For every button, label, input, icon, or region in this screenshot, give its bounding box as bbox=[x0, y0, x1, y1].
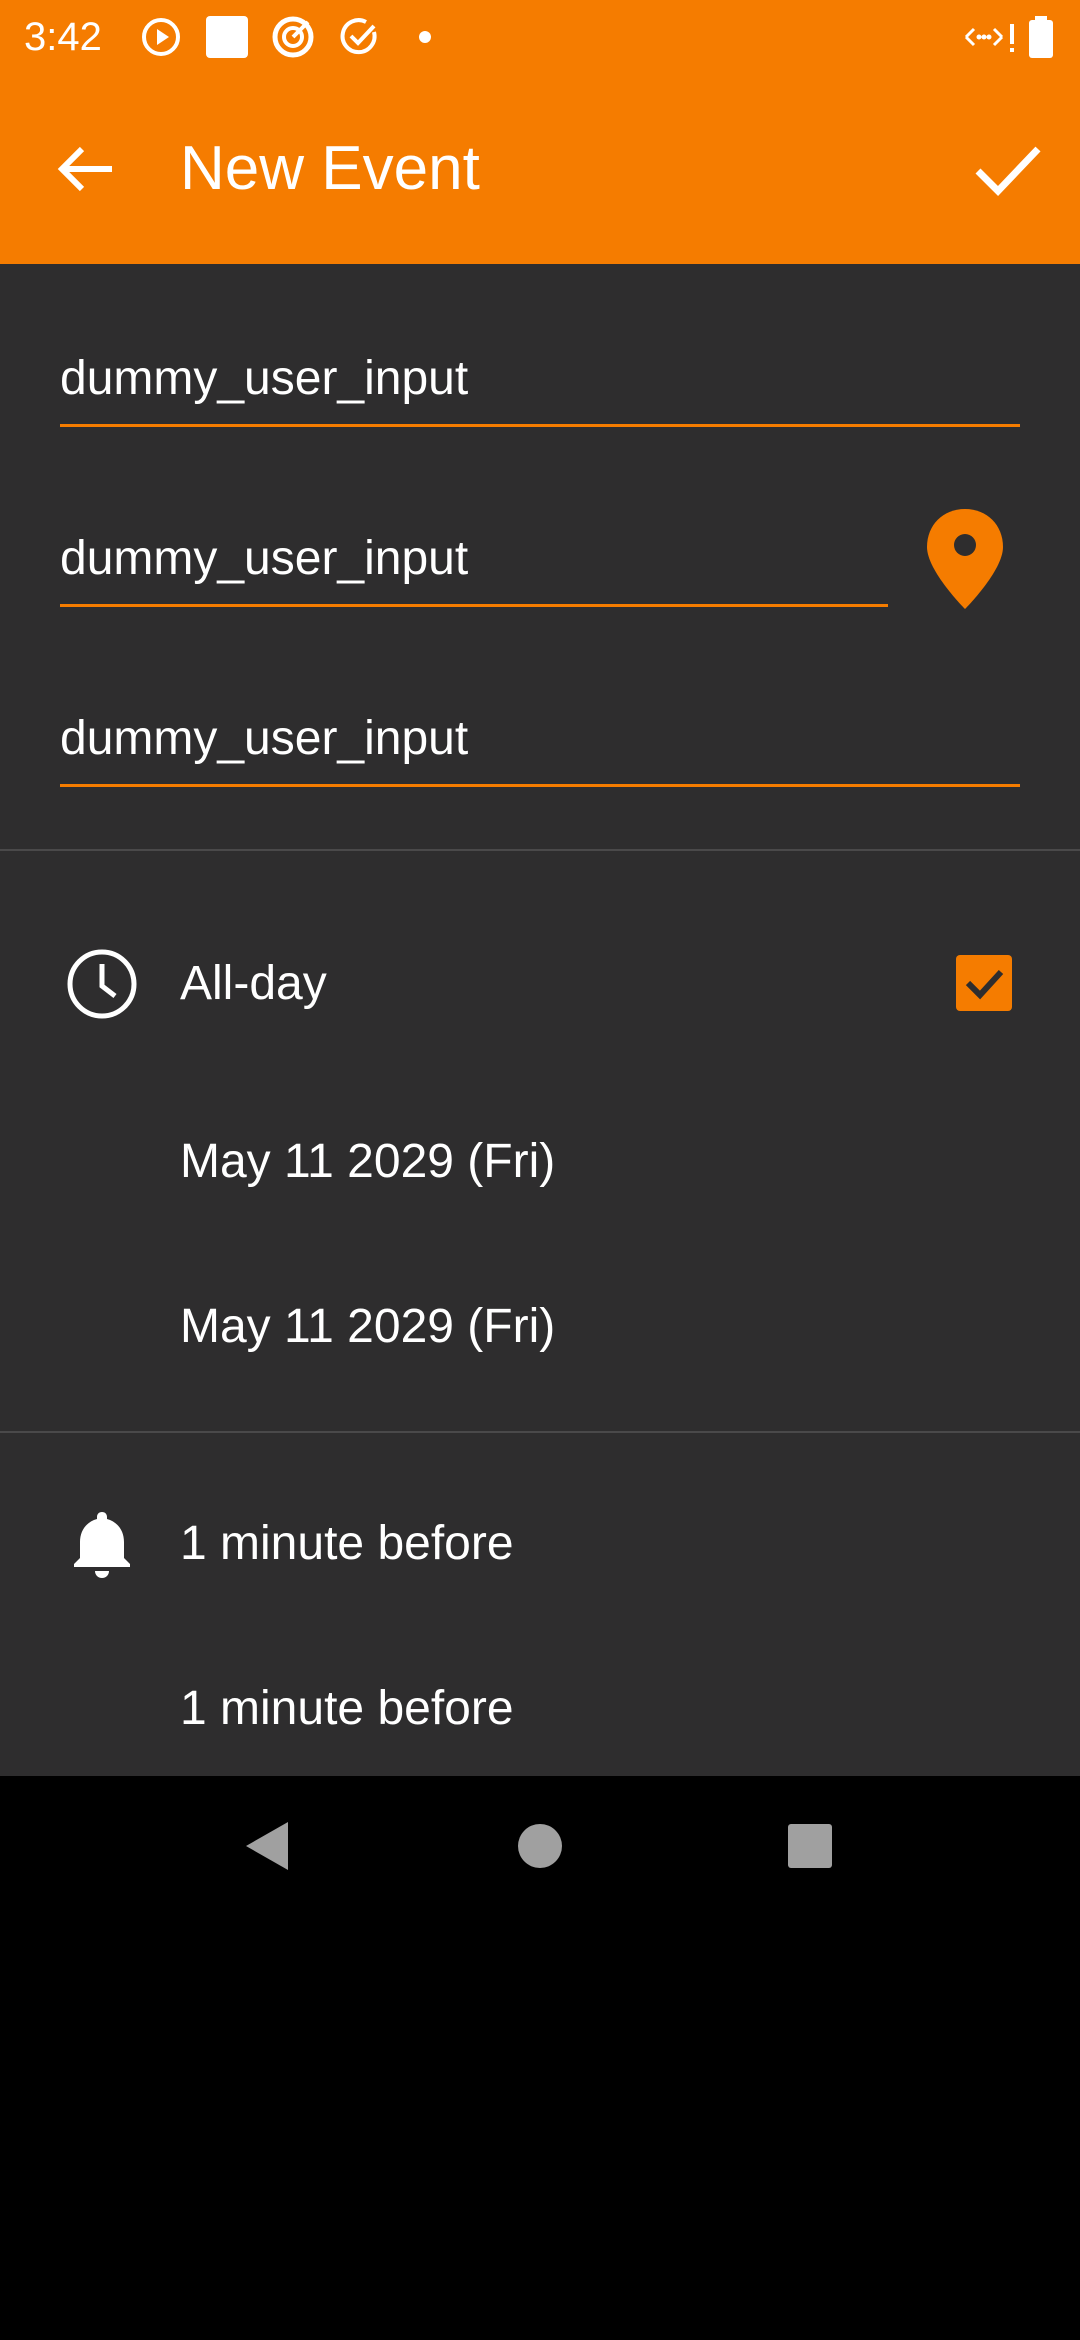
clock-icon bbox=[67, 949, 137, 1019]
all-day-checkbox[interactable] bbox=[956, 955, 1012, 1011]
nav-back-button[interactable] bbox=[238, 1816, 298, 1876]
app-bar: New Event bbox=[0, 74, 1080, 264]
nav-recents-button[interactable] bbox=[780, 1816, 840, 1876]
back-button[interactable] bbox=[40, 124, 130, 214]
play-circle-icon bbox=[142, 18, 180, 56]
event-form: dummy_user_input dummy_user_input dummy_… bbox=[0, 264, 1080, 1776]
start-date[interactable]: May 11 2029 (Fri) bbox=[180, 1132, 555, 1192]
bell-icon bbox=[74, 1512, 130, 1578]
reminder-2[interactable]: 1 minute before bbox=[180, 1679, 514, 1739]
check-circle-icon bbox=[340, 18, 377, 55]
check-icon bbox=[975, 146, 1041, 197]
event-description-input[interactable]: dummy_user_input bbox=[60, 697, 1020, 787]
page-title: New Event bbox=[180, 134, 480, 203]
network-icon bbox=[964, 24, 1014, 52]
end-date[interactable]: May 11 2029 (Fri) bbox=[180, 1297, 555, 1357]
divider bbox=[0, 849, 1080, 851]
save-button[interactable] bbox=[962, 124, 1052, 214]
map-pin-icon[interactable] bbox=[925, 507, 1005, 611]
status-bar: 3:42 bbox=[0, 0, 1080, 74]
dot-icon bbox=[419, 31, 431, 43]
checkmark-icon bbox=[965, 969, 1004, 1000]
screen: 3:42 New Event dummy_user_input dummy_us… bbox=[0, 0, 1080, 2340]
reminder-1[interactable]: 1 minute before bbox=[180, 1514, 514, 1574]
navigation-bar bbox=[0, 1776, 1080, 1916]
arrow-left-icon bbox=[57, 146, 112, 192]
battery-icon bbox=[1029, 16, 1053, 58]
divider bbox=[0, 1431, 1080, 1433]
event-location-input[interactable]: dummy_user_input bbox=[60, 517, 888, 607]
status-time: 3:42 bbox=[24, 15, 102, 59]
event-title-input[interactable]: dummy_user_input bbox=[60, 337, 1020, 427]
all-day-label[interactable]: All-day bbox=[180, 954, 327, 1014]
square-icon bbox=[206, 16, 248, 58]
nav-home-button[interactable] bbox=[510, 1816, 570, 1876]
target-icon bbox=[272, 16, 314, 58]
